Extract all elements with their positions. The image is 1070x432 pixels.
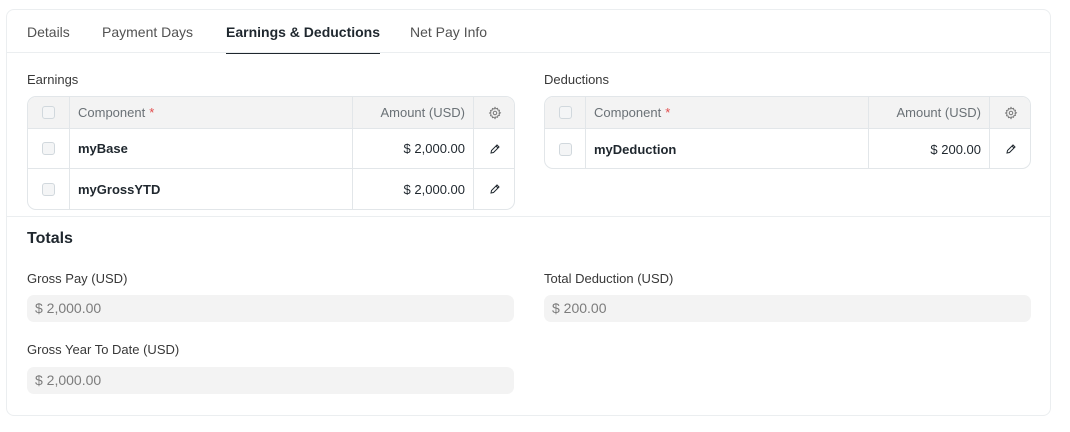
deductions-table: Component * Amount (USD) myDeduction $ 20… <box>544 96 1031 169</box>
gross-pay-label: Gross Pay (USD) <box>27 271 128 286</box>
tab-payment-days[interactable]: Payment Days <box>102 10 193 53</box>
component-header: Component * <box>585 97 869 128</box>
totals-heading: Totals <box>27 230 73 247</box>
component-header: Component * <box>69 97 353 128</box>
row-checkbox[interactable] <box>42 129 62 168</box>
row-checkbox[interactable] <box>42 169 62 209</box>
amount-cell[interactable]: $ 2,000.00 <box>352 169 474 209</box>
select-all-checkbox[interactable] <box>559 97 579 128</box>
pencil-icon[interactable] <box>473 169 514 209</box>
tab-bar: Details Payment Days Earnings & Deductio… <box>7 10 1050 54</box>
pencil-icon[interactable] <box>473 129 514 168</box>
earnings-label: Earnings <box>27 72 79 87</box>
gross-ytd-field[interactable]: $ 2,000.00 <box>27 367 514 394</box>
component-cell[interactable]: myBase <box>69 129 353 168</box>
table-row: myBase $ 2,000.00 <box>28 129 514 169</box>
total-deduction-label: Total Deduction (USD) <box>544 271 674 286</box>
tab-net-pay-info[interactable]: Net Pay Info <box>410 10 487 53</box>
table-header: Component * Amount (USD) <box>28 97 514 129</box>
tab-earnings-deductions[interactable]: Earnings & Deductions <box>226 10 381 54</box>
pencil-icon[interactable] <box>989 129 1030 168</box>
gear-icon[interactable] <box>989 97 1030 128</box>
table-header: Component * Amount (USD) <box>545 97 1030 129</box>
amount-cell[interactable]: $ 200.00 <box>868 129 990 168</box>
amount-header: Amount (USD) <box>352 97 474 128</box>
row-checkbox[interactable] <box>559 129 579 168</box>
component-cell[interactable]: myDeduction <box>585 129 869 168</box>
table-row: myDeduction $ 200.00 <box>545 129 1030 168</box>
gear-icon[interactable] <box>473 97 514 128</box>
table-row: myGrossYTD $ 2,000.00 <box>28 169 514 209</box>
section-divider <box>7 216 1050 217</box>
component-cell[interactable]: myGrossYTD <box>69 169 353 209</box>
gross-pay-field[interactable]: $ 2,000.00 <box>27 295 514 322</box>
select-all-checkbox[interactable] <box>42 97 62 128</box>
deductions-label: Deductions <box>544 72 610 87</box>
amount-header: Amount (USD) <box>868 97 990 128</box>
amount-cell[interactable]: $ 2,000.00 <box>352 129 474 168</box>
salary-slip-card: Details Payment Days Earnings & Deductio… <box>6 9 1051 416</box>
tab-details[interactable]: Details <box>27 10 70 53</box>
total-deduction-field[interactable]: $ 200.00 <box>544 295 1031 322</box>
earnings-table: Component * Amount (USD) myBase $ 2,000.0… <box>27 96 515 210</box>
gross-ytd-label: Gross Year To Date (USD) <box>27 342 180 357</box>
